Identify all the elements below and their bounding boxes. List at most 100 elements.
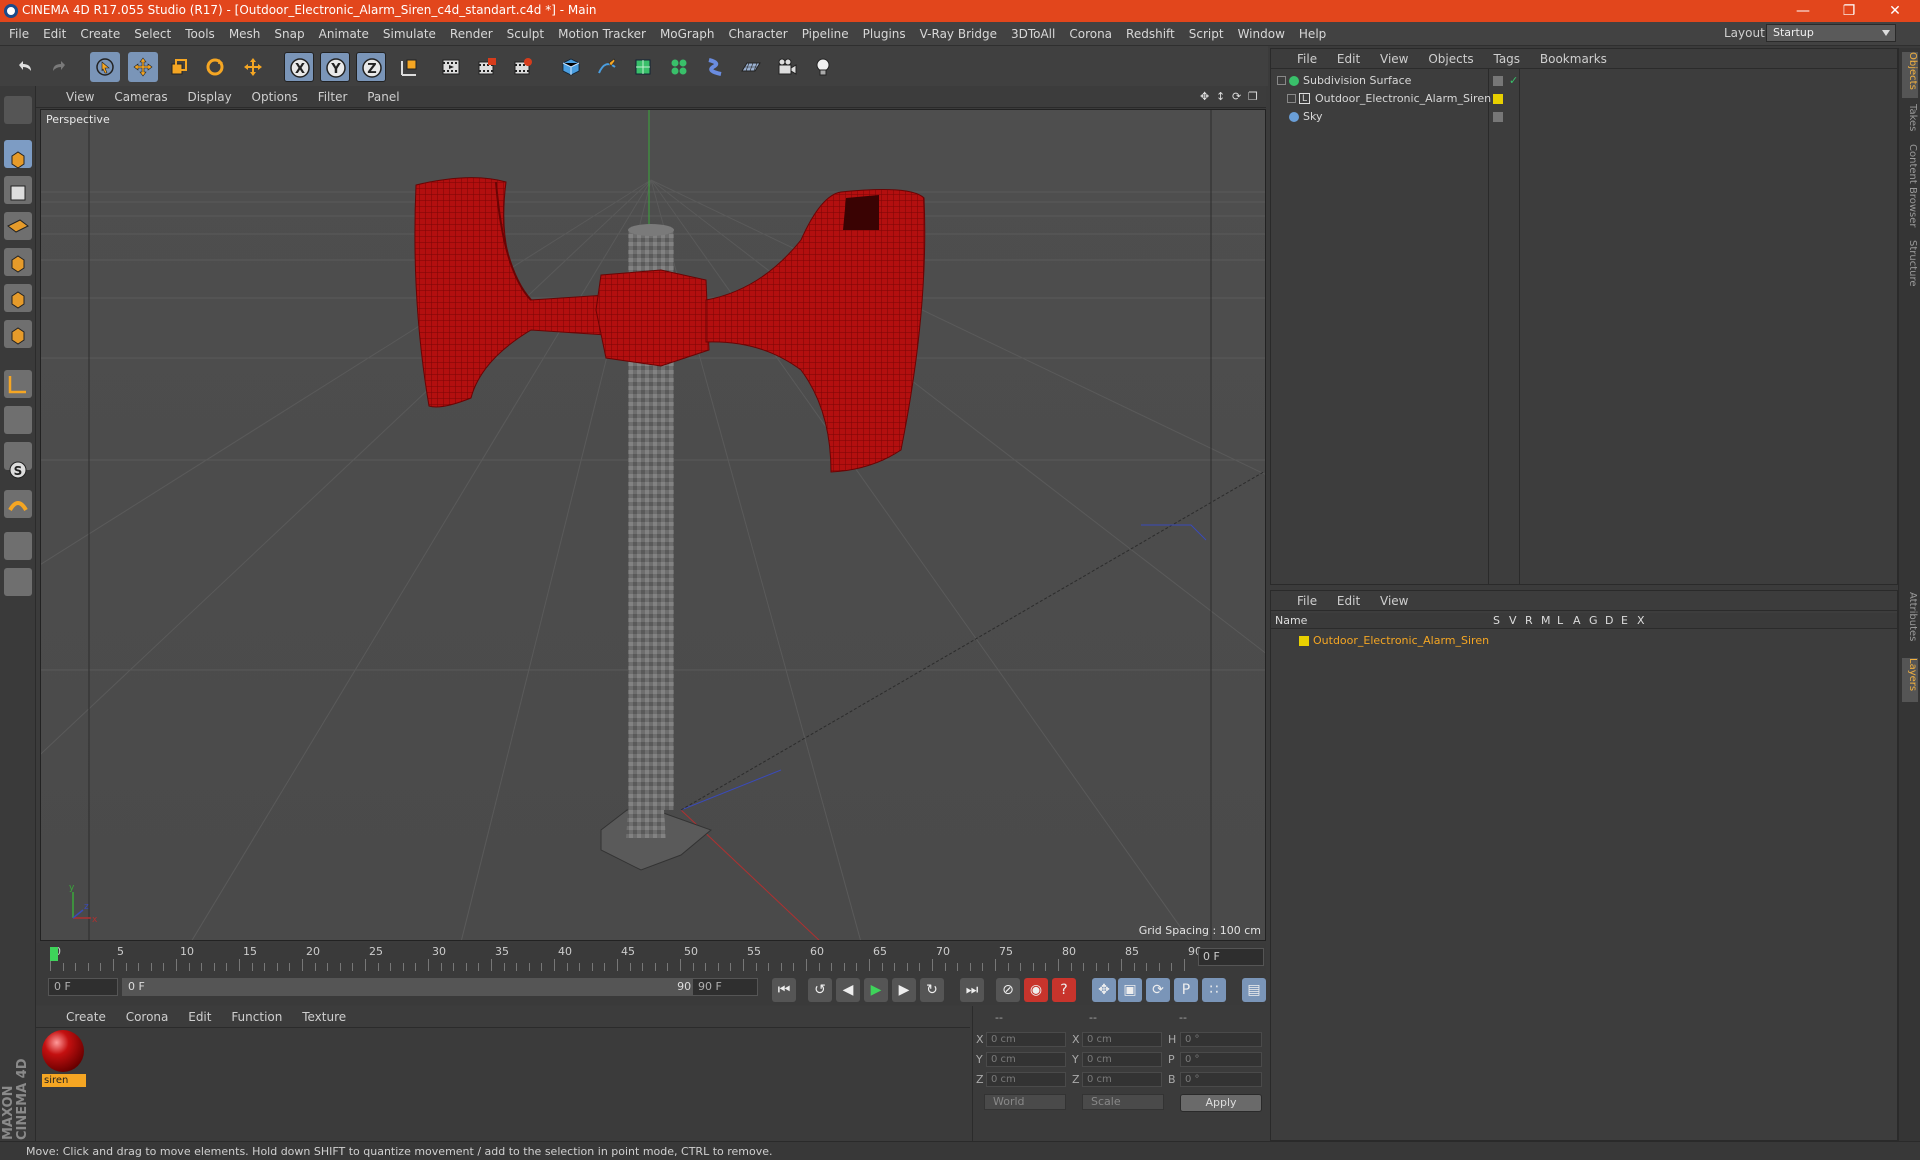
render-picture-viewer-icon[interactable] xyxy=(472,52,502,82)
viewport-menu-cameras[interactable]: Cameras xyxy=(106,86,175,108)
move-key-icon[interactable]: ✥ xyxy=(1092,978,1116,1002)
object-row-subdivision[interactable]: Subdivision Surface ✓ xyxy=(1271,71,1897,91)
floor-icon[interactable] xyxy=(736,52,766,82)
viewport-menu-options[interactable]: Options xyxy=(244,86,306,108)
coord-b-value[interactable]: 0 cm xyxy=(1082,1072,1162,1087)
snap-grid-icon[interactable] xyxy=(4,532,32,560)
start-frame-field[interactable]: 0 F xyxy=(48,978,118,996)
material-menu-texture[interactable]: Texture xyxy=(294,1006,354,1028)
material-menu-edit[interactable]: Edit xyxy=(180,1006,219,1028)
siren-material-preview[interactable] xyxy=(42,1030,84,1072)
autokey-icon[interactable]: ? xyxy=(1052,978,1076,1002)
model-mode-icon[interactable] xyxy=(4,96,32,124)
menu-snap[interactable]: Snap xyxy=(267,22,311,46)
obj-menu-file[interactable]: File xyxy=(1289,49,1325,69)
menu-plugins[interactable]: Plugins xyxy=(856,22,913,46)
menu-select[interactable]: Select xyxy=(127,22,178,46)
layer-column-g[interactable]: G xyxy=(1589,614,1598,627)
layer-color-swatch[interactable] xyxy=(1493,94,1503,104)
material-menu-corona[interactable]: Corona xyxy=(118,1006,177,1028)
play-icon[interactable]: ▶ xyxy=(864,978,888,1002)
menu-window[interactable]: Window xyxy=(1231,22,1292,46)
redo-icon[interactable] xyxy=(44,52,74,82)
coord-b-value[interactable]: 0 cm xyxy=(1082,1032,1162,1047)
object-row-sky[interactable]: Sky xyxy=(1271,107,1897,127)
coord-a-value[interactable]: 0 cm xyxy=(986,1032,1066,1047)
next-key-icon[interactable]: ↻ xyxy=(920,978,944,1002)
workplane-icon[interactable] xyxy=(4,212,32,240)
snap-settings-icon[interactable] xyxy=(4,568,32,596)
apply-button[interactable]: Apply xyxy=(1180,1094,1262,1112)
menu-v-ray-bridge[interactable]: V-Ray Bridge xyxy=(913,22,1004,46)
subdivision-icon[interactable] xyxy=(628,52,658,82)
scale-key-icon[interactable]: ▣ xyxy=(1118,978,1142,1002)
tweak-icon[interactable] xyxy=(4,406,32,434)
frame-range-slider[interactable]: 0 F 90 F xyxy=(122,978,722,996)
layer-column-v[interactable]: V xyxy=(1509,614,1517,627)
rotate-icon[interactable] xyxy=(200,52,230,82)
coord-a-value[interactable]: 0 cm xyxy=(986,1072,1066,1087)
cube-icon[interactable] xyxy=(556,52,586,82)
obj-menu-objects[interactable]: Objects xyxy=(1420,49,1481,69)
coord-mode-scale[interactable]: Scale xyxy=(1082,1094,1164,1110)
go-start-icon[interactable]: ⏮ xyxy=(772,978,796,1002)
menu-mesh[interactable]: Mesh xyxy=(222,22,268,46)
menu-motion-tracker[interactable]: Motion Tracker xyxy=(551,22,653,46)
points-mode-icon[interactable] xyxy=(4,248,32,276)
obj-menu-tags[interactable]: Tags xyxy=(1485,49,1528,69)
next-frame-icon[interactable]: ▶ xyxy=(892,978,916,1002)
layer-column-m[interactable]: M xyxy=(1541,614,1551,627)
tab-objects[interactable]: Objects xyxy=(1902,52,1918,98)
menu-animate[interactable]: Animate xyxy=(312,22,376,46)
end-frame-field[interactable]: 90 F xyxy=(692,978,758,996)
expand-icon[interactable] xyxy=(1287,94,1296,103)
menu-mograph[interactable]: MoGraph xyxy=(653,22,722,46)
menu-help[interactable]: Help xyxy=(1292,22,1333,46)
tab-content-browser[interactable]: Content Browser xyxy=(1902,144,1918,234)
layer-menu-file[interactable]: File xyxy=(1289,591,1325,611)
camera-icon[interactable] xyxy=(772,52,802,82)
viewport-menu-display[interactable]: Display xyxy=(179,86,239,108)
scale-icon[interactable] xyxy=(164,52,194,82)
x-axis-icon[interactable]: X xyxy=(284,52,314,82)
layer-column-s[interactable]: S xyxy=(1493,614,1500,627)
material-menu-function[interactable]: Function xyxy=(223,1006,290,1028)
render-settings-icon[interactable] xyxy=(508,52,538,82)
coord-b-value[interactable]: 0 cm xyxy=(1082,1052,1162,1067)
select-live-icon[interactable] xyxy=(90,52,120,82)
coord-c-value[interactable]: 0 ° xyxy=(1180,1032,1262,1047)
tab-takes[interactable]: Takes xyxy=(1902,104,1918,140)
obj-menu-view[interactable]: View xyxy=(1372,49,1416,69)
layer-column-d[interactable]: D xyxy=(1605,614,1613,627)
layer-column-r[interactable]: R xyxy=(1525,614,1533,627)
layer-menu-view[interactable]: View xyxy=(1372,591,1416,611)
enabled-check-icon[interactable]: ✓ xyxy=(1509,71,1518,91)
layer-toggle-icon[interactable] xyxy=(1493,76,1503,86)
menu-sculpt[interactable]: Sculpt xyxy=(500,22,551,46)
pen-spline-icon[interactable] xyxy=(592,52,622,82)
menu-tools[interactable]: Tools xyxy=(178,22,222,46)
menu-3dtoall[interactable]: 3DToAll xyxy=(1004,22,1062,46)
prev-frame-icon[interactable]: ◀ xyxy=(836,978,860,1002)
zoom-icon[interactable]: ↕ xyxy=(1216,90,1228,103)
cloner-icon[interactable] xyxy=(664,52,694,82)
render-view-icon[interactable] xyxy=(436,52,466,82)
record-off-icon[interactable]: ⊘ xyxy=(996,978,1020,1002)
close-icon[interactable]: ✕ xyxy=(1872,0,1918,22)
menu-redshift[interactable]: Redshift xyxy=(1119,22,1182,46)
coord-mode-world[interactable]: World xyxy=(984,1094,1066,1110)
tab-layers[interactable]: Layers xyxy=(1902,658,1918,702)
menu-create[interactable]: Create xyxy=(73,22,127,46)
light-icon[interactable] xyxy=(808,52,838,82)
current-frame-field[interactable]: 0 F xyxy=(1198,948,1264,966)
tab-attributes[interactable]: Attributes xyxy=(1902,592,1918,652)
layer-column-a[interactable]: A xyxy=(1573,614,1581,627)
viewport-menu-view[interactable]: View xyxy=(58,86,102,108)
obj-menu-bookmarks[interactable]: Bookmarks xyxy=(1532,49,1615,69)
perspective-viewport[interactable]: Perspective Grid Spacing : 100 cm y x z xyxy=(40,109,1266,941)
layer-column-e[interactable]: E xyxy=(1621,614,1628,627)
object-mode-icon[interactable] xyxy=(4,140,32,168)
layer-row[interactable]: Outdoor_Electronic_Alarm_Siren xyxy=(1271,631,1897,651)
viewport-menu-panel[interactable]: Panel xyxy=(359,86,407,108)
solo-icon[interactable] xyxy=(4,442,32,470)
